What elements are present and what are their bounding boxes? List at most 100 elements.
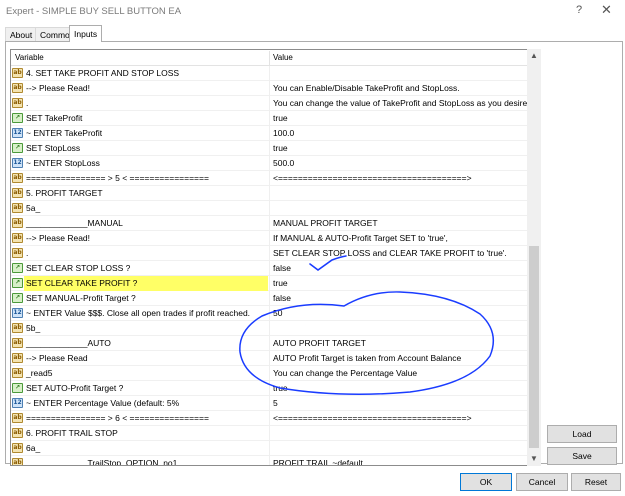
- grid-scrollbar[interactable]: ▲ ▼: [527, 49, 541, 466]
- value-cell[interactable]: [269, 426, 529, 441]
- variable-cell: SET TakeProfit: [26, 113, 83, 123]
- table-row[interactable]: ↗ SET TakeProfit true: [11, 111, 529, 126]
- table-row[interactable]: ↗ SET AUTO-Profit Target ? true: [11, 381, 529, 396]
- string-icon: ab: [12, 68, 23, 78]
- variable-cell: --> Please Read: [26, 353, 88, 363]
- variable-cell: SET MANUAL-Profit Target ?: [26, 293, 136, 303]
- save-button[interactable]: Save: [547, 447, 617, 465]
- table-row[interactable]: ab _____________MANUAL MANUAL PROFIT TARGE…: [11, 216, 529, 231]
- header-value[interactable]: Value: [273, 53, 293, 62]
- value-cell[interactable]: 100.0: [269, 126, 529, 141]
- table-row[interactable]: ab 6. PROFIT TRAIL STOP: [11, 426, 529, 441]
- table-row[interactable]: ↗ SET CLEAR STOP LOSS ? false: [11, 261, 529, 276]
- value-cell[interactable]: 500.0: [269, 156, 529, 171]
- string-icon: ab: [12, 443, 23, 453]
- bool-icon: ↗: [12, 263, 23, 273]
- scroll-thumb[interactable]: [529, 246, 539, 448]
- variable-cell: 5. PROFIT TARGET: [26, 188, 103, 198]
- value-cell[interactable]: false: [269, 261, 529, 276]
- value-cell[interactable]: [269, 66, 529, 81]
- string-icon: ab: [12, 353, 23, 363]
- tab-inputs[interactable]: Inputs: [69, 25, 103, 42]
- table-row[interactable]: ↗ SET StopLoss true: [11, 141, 529, 156]
- bool-icon: ↗: [12, 143, 23, 153]
- value-cell[interactable]: true: [269, 111, 529, 126]
- column-separator[interactable]: [269, 51, 270, 65]
- variable-cell: 5a_: [26, 203, 41, 213]
- number-icon: 12: [12, 128, 23, 138]
- variable-cell: _read5: [26, 368, 53, 378]
- value-cell[interactable]: You can change the Percentage Value: [269, 366, 529, 381]
- ok-button[interactable]: OK: [460, 473, 512, 491]
- reset-button[interactable]: Reset: [571, 473, 621, 491]
- table-row[interactable]: ab ================ > 5 < ===============…: [11, 171, 529, 186]
- value-cell[interactable]: AUTO Profit Target is taken from Account…: [269, 351, 529, 366]
- value-cell[interactable]: You can Enable/Disable TakeProfit and St…: [269, 81, 529, 96]
- value-cell[interactable]: [269, 186, 529, 201]
- value-cell[interactable]: <======================================>: [269, 171, 529, 186]
- value-cell[interactable]: [269, 201, 529, 216]
- value-cell[interactable]: AUTO PROFIT TARGET: [269, 336, 529, 351]
- table-row[interactable]: ab ================ > 6 < ===============…: [11, 411, 529, 426]
- value-cell[interactable]: <======================================>: [269, 411, 529, 426]
- load-button[interactable]: Load: [547, 425, 617, 443]
- value-cell[interactable]: [269, 441, 529, 456]
- variable-cell: 5b_: [26, 323, 41, 333]
- variable-cell: ~ ENTER Percentage Value (default: 5%: [26, 398, 180, 408]
- string-icon: ab: [12, 428, 23, 438]
- table-row[interactable]: 12 ~ ENTER Percentage Value (default: 5% 5: [11, 396, 529, 411]
- string-icon: ab: [12, 248, 23, 258]
- table-row[interactable]: ab 5a_: [11, 201, 529, 216]
- table-row[interactable]: ab 6a_: [11, 441, 529, 456]
- table-row[interactable]: ab _____________AUTO AUTO PROFIT TARGET: [11, 336, 529, 351]
- value-cell[interactable]: true: [269, 276, 529, 291]
- value-cell[interactable]: If MANUAL & AUTO-Profit Target SET to 't…: [269, 231, 529, 246]
- variable-cell: ~ ENTER StopLoss: [26, 158, 100, 168]
- close-button[interactable]: ✕: [601, 2, 612, 18]
- scroll-up-arrow-icon[interactable]: ▲: [527, 49, 541, 63]
- table-row[interactable]: ab. SET CLEAR STOP LOSS and CLEAR TAKE P…: [11, 246, 529, 261]
- table-row[interactable]: 12 ~ ENTER StopLoss 500.0: [11, 156, 529, 171]
- value-cell[interactable]: 5: [269, 396, 529, 411]
- scroll-down-arrow-icon[interactable]: ▼: [527, 452, 541, 466]
- header-variable[interactable]: Variable: [15, 53, 44, 62]
- string-icon: ab: [12, 218, 23, 228]
- value-cell[interactable]: MANUAL PROFIT TARGET: [269, 216, 529, 231]
- table-row[interactable]: ab --> Please Read! If MANUAL & AUTO-Prof…: [11, 231, 529, 246]
- variable-cell: 4. SET TAKE PROFIT AND STOP LOSS: [26, 68, 180, 78]
- string-icon: ab: [12, 323, 23, 333]
- value-cell[interactable]: true: [269, 381, 529, 396]
- table-row[interactable]: ab _____________TrailStop_OPTION_no1 PROFI…: [11, 456, 529, 466]
- table-row[interactable]: ab _read5 You can change the Percentage V…: [11, 366, 529, 381]
- number-icon: 12: [12, 158, 23, 168]
- tab-about[interactable]: About: [5, 27, 38, 42]
- table-row[interactable]: ab 4. SET TAKE PROFIT AND STOP LOSS: [11, 66, 529, 81]
- help-button[interactable]: ?: [576, 4, 582, 16]
- value-cell[interactable]: 50: [269, 306, 529, 321]
- cancel-button[interactable]: Cancel: [516, 473, 568, 491]
- table-row[interactable]: ab. You can change the value of TakeProf…: [11, 96, 529, 111]
- variable-cell: ~ ENTER Value $$$. Close all open trades…: [26, 308, 251, 318]
- variable-cell: SET AUTO-Profit Target ?: [26, 383, 124, 393]
- variable-cell: --> Please Read!: [26, 233, 91, 243]
- table-row[interactable]: ab --> Please Read AUTO Profit Target is …: [11, 351, 529, 366]
- table-row[interactable]: ↗ SET MANUAL-Profit Target ? false: [11, 291, 529, 306]
- table-row[interactable]: ab --> Please Read! You can Enable/Disabl…: [11, 81, 529, 96]
- value-cell[interactable]: You can change the value of TakeProfit a…: [269, 96, 529, 111]
- string-icon: ab: [12, 458, 23, 466]
- table-row[interactable]: 12 ~ ENTER Value $$$. Close all open trad…: [11, 306, 529, 321]
- value-cell[interactable]: true: [269, 141, 529, 156]
- table-row[interactable]: 12 ~ ENTER TakeProfit 100.0: [11, 126, 529, 141]
- value-cell[interactable]: SET CLEAR STOP LOSS and CLEAR TAKE PROFI…: [269, 246, 529, 261]
- number-icon: 12: [12, 308, 23, 318]
- value-cell[interactable]: PROFIT TRAIL ~default: [269, 456, 529, 465]
- table-row[interactable]: ↗ SET CLEAR TAKE PROFIT ? true: [11, 276, 529, 291]
- table-row[interactable]: ab 5b_: [11, 321, 529, 336]
- string-icon: ab: [12, 203, 23, 213]
- title-bar: Expert - SIMPLE BUY SELL BUTTON EA ? ✕: [0, 0, 625, 22]
- bool-icon: ↗: [12, 278, 23, 288]
- table-row[interactable]: ab 5. PROFIT TARGET: [11, 186, 529, 201]
- value-cell[interactable]: false: [269, 291, 529, 306]
- string-icon: ab: [12, 413, 23, 423]
- value-cell[interactable]: [269, 321, 529, 336]
